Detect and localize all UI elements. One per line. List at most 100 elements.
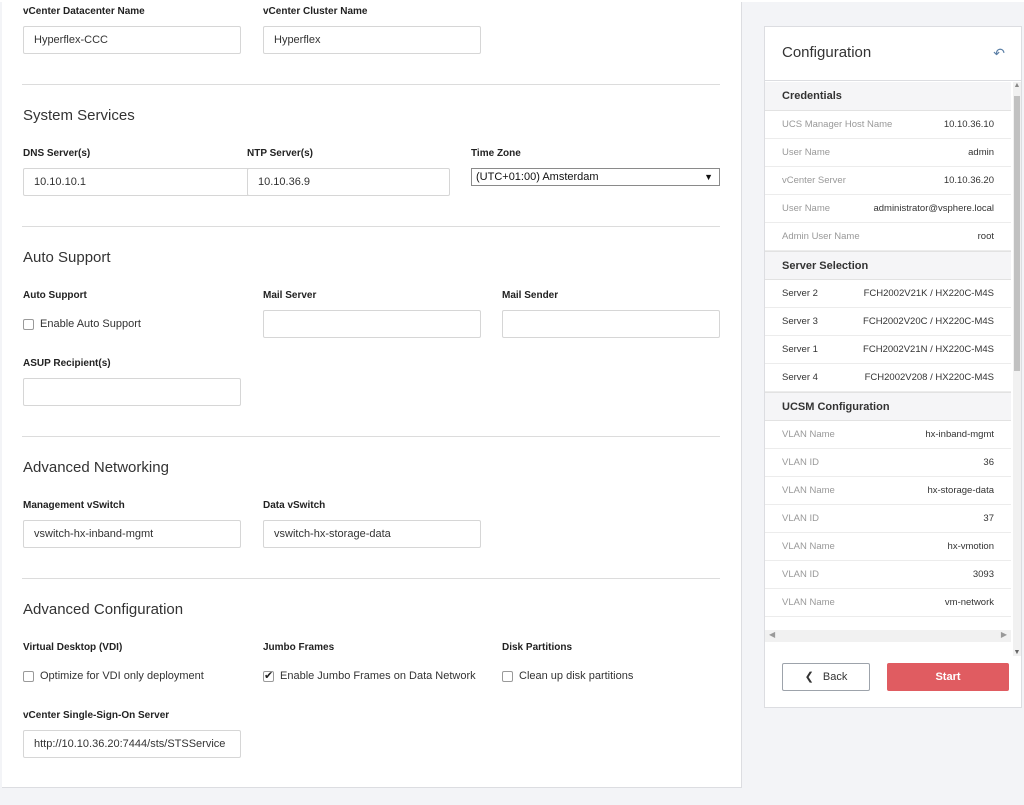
mail-server-label: Mail Server: [263, 290, 317, 301]
vcenter-datacenter-label: vCenter Datacenter Name: [23, 6, 145, 17]
divider: [22, 436, 720, 437]
vertical-scrollbar[interactable]: ▲ ▼: [1013, 82, 1021, 656]
summary-row-key: Server 2: [782, 288, 818, 299]
scroll-down-icon[interactable]: ▼: [1013, 649, 1021, 656]
summary-row-key: VLAN ID: [782, 569, 819, 580]
summary-row-key: VLAN ID: [782, 457, 819, 468]
asup-input[interactable]: [23, 378, 241, 406]
mail-sender-input[interactable]: [502, 310, 720, 338]
jumbo-frames-checkbox-text: Enable Jumbo Frames on Data Network: [280, 670, 476, 683]
summary-row-key: Server 3: [782, 316, 818, 327]
disk-partitions-checkbox[interactable]: [502, 670, 513, 682]
vcenter-datacenter-input[interactable]: Hyperflex-CCC: [23, 26, 241, 54]
vdi-label: Virtual Desktop (VDI): [23, 642, 123, 653]
jumbo-frames-checkbox-row[interactable]: Enable Jumbo Frames on Data Network: [263, 669, 476, 683]
asup-label: ASUP Recipient(s): [23, 358, 111, 369]
summary-row: Admin User Name root: [765, 223, 1011, 251]
ucsm-configuration-list: VLAN Name hx-inband-mgmt VLAN ID 36 VLAN Nam…: [765, 421, 1011, 617]
server-selection-section-title: Server Selection: [765, 251, 1011, 280]
summary-row: vCenter Server 10.10.36.20: [765, 167, 1011, 195]
auto-support-label: Auto Support: [23, 290, 87, 301]
data-vswitch-input[interactable]: vswitch-hx-storage-data: [263, 520, 481, 548]
mail-server-input[interactable]: [263, 310, 481, 338]
summary-row: VLAN Name hx-vmotion: [765, 533, 1011, 561]
main-form-panel: vCenter Datacenter Name Hyperflex-CCC vC…: [2, 2, 742, 788]
summary-row-value: FCH2002V21K / HX220C-M4S: [863, 288, 994, 299]
jumbo-frames-checkbox[interactable]: [263, 669, 274, 682]
summary-row-key: VLAN Name: [782, 429, 835, 440]
divider: [22, 578, 720, 579]
summary-row-value: 3093: [972, 569, 994, 580]
timezone-select[interactable]: (UTC+01:00) Amsterdam ▼: [471, 168, 720, 186]
summary-row-value: root: [977, 231, 994, 242]
summary-row-value: FCH2002V208 / HX220C-M4S: [864, 372, 994, 383]
summary-row-key: VLAN Name: [782, 485, 835, 496]
vdi-checkbox[interactable]: [23, 670, 34, 682]
scroll-right-icon[interactable]: ▶: [1001, 630, 1007, 639]
ntp-label: NTP Server(s): [247, 148, 313, 159]
summary-row: VLAN Name hx-inband-mgmt: [765, 421, 1011, 449]
summary-row-value: FCH2002V20C / HX220C-M4S: [863, 316, 994, 327]
summary-row-value: 37: [983, 513, 994, 524]
enable-auto-support-checkbox-row[interactable]: Enable Auto Support: [23, 318, 141, 330]
chevron-left-icon: ❮: [804, 671, 814, 683]
dns-input[interactable]: 10.10.10.1: [23, 168, 254, 196]
summary-row-key: UCS Manager Host Name: [782, 119, 893, 130]
summary-row-key: Server 1: [782, 344, 818, 355]
configuration-summary: Credentials UCS Manager Host Name 10.10.3…: [765, 82, 1011, 656]
scroll-up-icon[interactable]: ▲: [1013, 82, 1021, 89]
summary-row: VLAN ID 36: [765, 449, 1011, 477]
summary-row-value: vm-network: [944, 597, 994, 608]
summary-row-value: FCH2002V21N / HX220C-M4S: [863, 344, 994, 355]
summary-row-value: hx-storage-data: [927, 485, 994, 496]
summary-row-key: VLAN Name: [782, 541, 835, 552]
scrollbar-thumb[interactable]: [1014, 96, 1020, 371]
summary-row: Server 2 FCH2002V21K / HX220C-M4S: [765, 280, 1011, 308]
credentials-section-title: Credentials: [765, 82, 1011, 111]
summary-row: UCS Manager Host Name 10.10.36.10: [765, 111, 1011, 139]
scroll-left-icon[interactable]: ◀: [769, 630, 775, 639]
start-button[interactable]: Start: [887, 663, 1009, 691]
configuration-header: Configuration ↶: [765, 27, 1021, 81]
ucsm-section-title: UCSM Configuration: [765, 392, 1011, 421]
server-selection-list: Server 2 FCH2002V21K / HX220C-M4S Server 3…: [765, 280, 1011, 392]
summary-row: VLAN Name vm-network: [765, 589, 1011, 617]
back-button-label: Back: [822, 671, 848, 683]
summary-row: VLAN ID 37: [765, 505, 1011, 533]
summary-row: Server 1 FCH2002V21N / HX220C-M4S: [765, 336, 1011, 364]
summary-row-key: User Name: [782, 147, 831, 158]
summary-row: Server 4 FCH2002V208 / HX220C-M4S: [765, 364, 1011, 392]
return-arrow-icon[interactable]: ↶: [993, 45, 1005, 62]
credentials-list: UCS Manager Host Name 10.10.36.10 User Nam…: [765, 111, 1011, 251]
summary-row-key: Server 4: [782, 372, 818, 383]
start-button-label: Start: [935, 671, 961, 683]
vcenter-cluster-input[interactable]: Hyperflex: [263, 26, 481, 54]
summary-row-key: User Name: [782, 203, 831, 214]
configuration-panel: Configuration ↶ Credentials UCS Manager …: [764, 26, 1022, 708]
divider: [22, 84, 720, 85]
summary-row-key: vCenter Server: [782, 175, 846, 186]
back-button[interactable]: ❮ Back: [782, 663, 870, 691]
vdi-checkbox-row[interactable]: Optimize for VDI only deployment: [23, 670, 204, 682]
section-title-auto-support: Auto Support: [23, 249, 111, 266]
section-title-system-services: System Services: [23, 107, 135, 124]
section-title-advanced-configuration: Advanced Configuration: [23, 601, 184, 618]
timezone-select-value: (UTC+01:00) Amsterdam: [476, 171, 599, 183]
section-title-advanced-networking: Advanced Networking: [23, 459, 169, 476]
mgmt-vswitch-input[interactable]: vswitch-hx-inband-mgmt: [23, 520, 241, 548]
summary-row-value: administrator@vsphere.local: [873, 203, 994, 214]
mgmt-vswitch-label: Management vSwitch: [23, 500, 125, 511]
summary-row-key: VLAN ID: [782, 513, 819, 524]
ntp-input[interactable]: 10.10.36.9: [247, 168, 450, 196]
disk-partitions-checkbox-row[interactable]: Clean up disk partitions: [502, 670, 633, 682]
sso-input[interactable]: http://10.10.36.20:7444/sts/STSService: [23, 730, 241, 758]
horizontal-scrollbar[interactable]: ◀ ▶: [765, 630, 1011, 642]
dns-label: DNS Server(s): [23, 148, 91, 159]
vcenter-cluster-label: vCenter Cluster Name: [263, 6, 368, 17]
summary-row: VLAN Name hx-storage-data: [765, 477, 1011, 505]
summary-row-key: Admin User Name: [782, 231, 860, 242]
mail-sender-label: Mail Sender: [502, 290, 559, 301]
enable-auto-support-text: Enable Auto Support: [40, 318, 141, 331]
summary-row-key: VLAN Name: [782, 597, 835, 608]
enable-auto-support-checkbox[interactable]: [23, 318, 34, 330]
